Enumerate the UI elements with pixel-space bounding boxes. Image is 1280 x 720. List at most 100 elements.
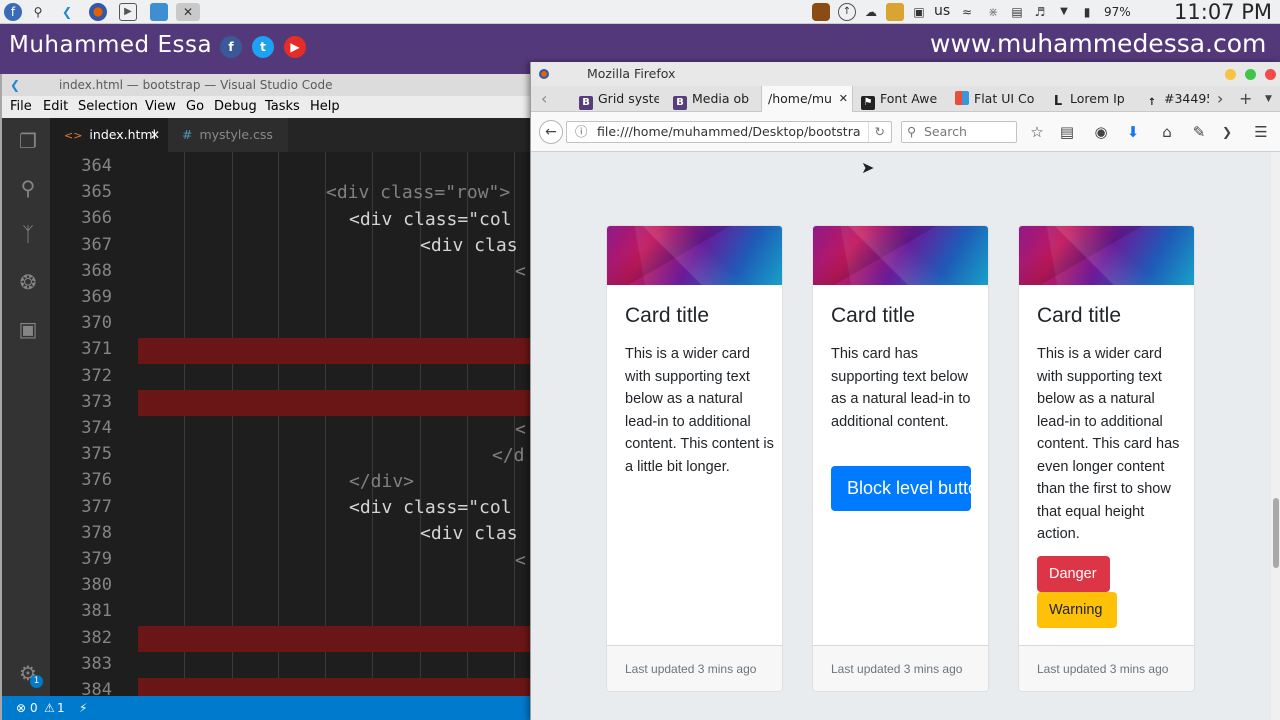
close-icon[interactable]: ✕ [150,118,160,152]
code-line-379: < [515,550,526,571]
url-bar[interactable]: ⓘ file:///home/muhammed/Desktop/bootstra… [566,121,892,143]
info-icon[interactable]: ⓘ [575,122,588,142]
bluetooth-icon[interactable]: ⋇ [984,3,1002,21]
cloud-tray-icon[interactable]: ☁ [862,3,880,21]
overflow-chevron-icon[interactable]: ❯ [1217,122,1237,142]
search-bar[interactable]: ⚲ Search [901,121,1017,143]
tab-media-object[interactable]: B Media ob [673,86,753,112]
back-icon[interactable]: ← [539,120,563,144]
menu-edit[interactable]: Edit [43,96,68,118]
tab-scroll-right-icon[interactable]: › [1217,86,1223,112]
menu-file[interactable]: File [10,96,32,118]
battery-icon[interactable]: ▮ [1078,3,1096,21]
line-number: 371 [81,339,112,360]
line-number: 374 [81,418,112,438]
hamburger-menu-icon[interactable]: ☰ [1251,122,1271,142]
page-scrollbar[interactable] [1271,152,1280,720]
terminal-launcher-icon[interactable]: ▶ [119,3,137,21]
clock[interactable]: 11:07 PM [1174,0,1272,24]
package-tray-icon[interactable] [886,3,904,21]
home-icon[interactable]: ⌂ [1157,122,1177,142]
tab-list-icon[interactable]: ▼ [1265,86,1272,112]
css-file-icon: # [182,127,193,142]
warning-count[interactable]: 1 [57,696,65,720]
tab-grid-system[interactable]: B Grid syste [579,86,659,112]
activity-bar: ❐ ⚲ ᛉ ❂ ▣ ⚙ 1 [0,118,50,696]
line-number: 382 [81,627,112,648]
status-bar: ⊗ 0 ⚠ 1 ⚡ [0,696,532,720]
window-button-icon[interactable]: ✕ [176,3,200,21]
indent-guide [420,152,421,696]
extensions-icon[interactable]: ▣ [16,317,40,341]
maximize-button[interactable] [1245,69,1256,80]
code-line-375: </d [492,445,525,466]
update-tray-icon[interactable]: ↑ [838,3,856,21]
download-icon[interactable]: ⬇ [1123,122,1143,142]
code-line-365: <div class="row"> [326,182,510,203]
code-line-368: < [515,261,526,282]
card-text: This card has supporting text below as a… [831,346,971,430]
clipboard-icon[interactable]: ▤ [1008,3,1026,21]
menu-view[interactable]: View [145,96,176,118]
lightning-icon[interactable]: ⚡ [79,696,87,720]
reading-list-icon[interactable]: ▤ [1057,122,1077,142]
menu-go[interactable]: Go [186,96,204,118]
error-count[interactable]: 0 [30,696,38,720]
warning-button[interactable]: Warning [1037,592,1117,628]
error-icon[interactable]: ⊗ [16,696,26,720]
debug-icon[interactable]: ❂ [16,270,40,294]
explorer-icon[interactable]: ❐ [16,129,40,153]
close-window-button[interactable] [1265,69,1276,80]
indent-guide [372,152,373,696]
tab-label: Grid syste [598,91,659,106]
search-icon[interactable]: ⚲ [29,3,47,21]
keyboard-layout[interactable]: us [934,3,950,19]
code-editor[interactable]: 364 365 366 367 368 369 370 371 372 373 374 375 376 3… [50,152,532,696]
menu-debug[interactable]: Debug [214,96,257,118]
tab-scroll-left-icon[interactable]: ‹ [541,86,547,112]
display-tray-icon[interactable]: ▣ [910,3,928,21]
battery-percent: 97% [1104,5,1131,19]
vscode-launcher-icon[interactable]: ❮ [58,3,76,21]
code-text: <div class="col [349,497,512,518]
mouse-cursor-icon: ➤ [861,158,875,177]
menu-arrow-icon[interactable]: ▼ [1055,3,1073,21]
wifi-icon[interactable]: ≈ [958,3,976,21]
app-tray-icon[interactable] [812,3,830,21]
card-title: Card title [625,304,710,327]
volume-icon[interactable]: ♬ [1031,3,1049,21]
tab-color-hex[interactable]: ↑ #34495 [1145,86,1209,112]
code-text: <div class="col [349,209,512,230]
minimize-button[interactable] [1225,69,1236,80]
tab-index-html[interactable]: <> index.html ✕ [50,118,168,152]
source-control-icon[interactable]: ᛉ [16,222,40,246]
danger-button[interactable]: Danger [1037,556,1110,592]
vscode-logo-icon: ❮ [10,78,21,92]
tab-home-active[interactable]: /home/mu ✕ [761,86,853,112]
line-number: 377 [81,496,112,517]
new-tab-icon[interactable]: + [1239,86,1252,112]
firefox-launcher-icon[interactable] [89,3,107,21]
tab-font-awesome[interactable]: ⚑ Font Awe [861,86,941,112]
scrollbar-thumb[interactable] [1273,498,1279,568]
block-level-button[interactable]: Block level button [831,466,971,511]
menu-selection[interactable]: Selection [78,96,138,118]
reload-icon[interactable]: ↻ [867,122,885,142]
search-icon[interactable]: ⚲ [16,176,40,200]
menu-tasks[interactable]: Tasks [265,96,300,118]
warning-icon[interactable]: ⚠ [44,696,55,720]
menu-help[interactable]: Help [310,96,340,118]
close-icon[interactable]: ✕ [839,86,848,112]
tab-lorem-ipsum[interactable]: L Lorem Ip [1051,86,1127,112]
fedora-logo-icon[interactable]: f [4,3,22,21]
line-number: 367 [81,234,112,255]
card: Card title This is a wider card with sup… [1018,225,1195,692]
code-text: < [515,419,526,440]
bookmark-star-icon[interactable]: ☆ [1027,122,1047,142]
tab-mystyle-css[interactable]: # mystyle.css [168,118,288,152]
file-manager-launcher-icon[interactable] [150,3,168,21]
pocket-icon[interactable]: ◉ [1091,122,1111,142]
addon-icon[interactable]: ✎ [1189,122,1209,142]
tab-flat-ui[interactable]: Flat UI Co [955,86,1035,112]
code-text: < [515,261,526,282]
